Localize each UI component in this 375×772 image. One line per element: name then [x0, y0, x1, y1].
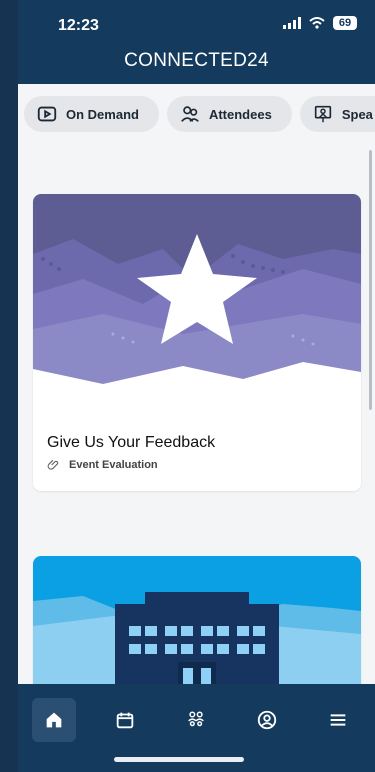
nav-profile[interactable] [245, 698, 289, 742]
app-title: CONNECTED24 [124, 50, 269, 71]
card-subtitle-row: Event Evaluation [47, 458, 215, 472]
chip-label: Attendees [208, 106, 272, 122]
user-circle-icon [257, 710, 277, 730]
menu-icon [330, 714, 346, 726]
nav-agenda[interactable] [103, 698, 147, 742]
top-bar: 12:23 69 CONNECTED24 [18, 0, 375, 84]
content-feed: Give Us Your Feedback Event Evaluation [18, 140, 375, 684]
signal-icon [283, 17, 301, 29]
play-icon [37, 106, 57, 122]
left-edge [0, 0, 18, 772]
quick-links: On Demand Attendees Spea [18, 96, 375, 136]
feedback-card[interactable]: Give Us Your Feedback Event Evaluation [33, 194, 361, 491]
card-title: Give Us Your Feedback [47, 434, 216, 451]
status-icons: 69 [283, 16, 357, 30]
nav-home[interactable] [32, 698, 76, 742]
speaker-icon [314, 105, 331, 123]
venue-card[interactable] [33, 556, 361, 684]
content-scrollbar[interactable] [369, 150, 372, 410]
people-icon [181, 106, 199, 122]
card-subtitle: Event Evaluation [69, 459, 158, 471]
chip-on-demand[interactable]: On Demand [24, 96, 159, 132]
people-icon [188, 711, 204, 727]
chip-attendees[interactable]: Attendees [166, 96, 292, 132]
status-time: 12:23 [58, 17, 99, 34]
building-banner-image [33, 556, 361, 684]
chip-speakers[interactable]: Spea [299, 96, 375, 132]
wifi-icon [309, 17, 325, 29]
home-indicator [114, 757, 244, 762]
nav-menu[interactable] [316, 698, 360, 742]
home-icon [46, 712, 62, 728]
attachment-icon [47, 459, 59, 470]
battery-indicator: 69 [333, 16, 357, 30]
chip-label: On Demand [66, 106, 139, 122]
app-screen: 12:23 69 CONNECTED24 On Demand Attendees… [18, 0, 375, 772]
star-banner-image [33, 194, 361, 420]
card-text: Give Us Your Feedback Event Evaluation [47, 434, 215, 472]
nav-people[interactable] [174, 698, 218, 742]
chip-label: Spea [341, 106, 373, 122]
calendar-icon [116, 712, 134, 729]
